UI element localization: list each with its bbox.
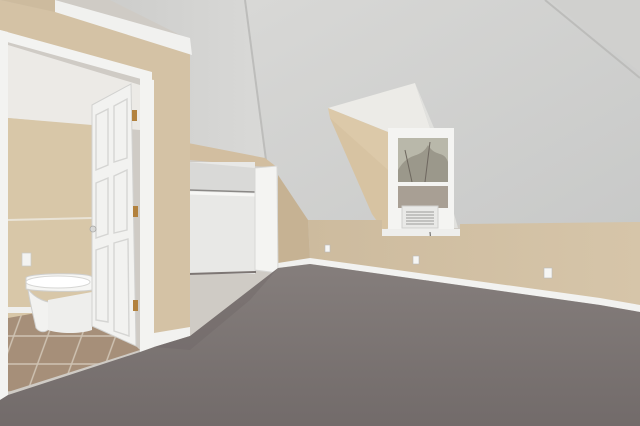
closet-shelf [188,191,256,197]
closet-door-open [254,165,279,274]
window-ac-unit [401,205,439,229]
attic-room-photo [0,0,640,426]
doorway-trim-right [140,78,154,352]
wall-outlet-1 [324,244,331,253]
bathroom-light-switch [21,252,32,267]
doorway-trim-left [0,30,8,400]
toilet [25,273,93,333]
window-sash-rail [396,182,450,186]
window-sill [382,229,460,236]
wall-outlet-2 [412,255,420,265]
window-glass-lower [398,186,448,208]
door-knob-icon [89,225,97,233]
wall-outlet-3 [543,267,553,279]
